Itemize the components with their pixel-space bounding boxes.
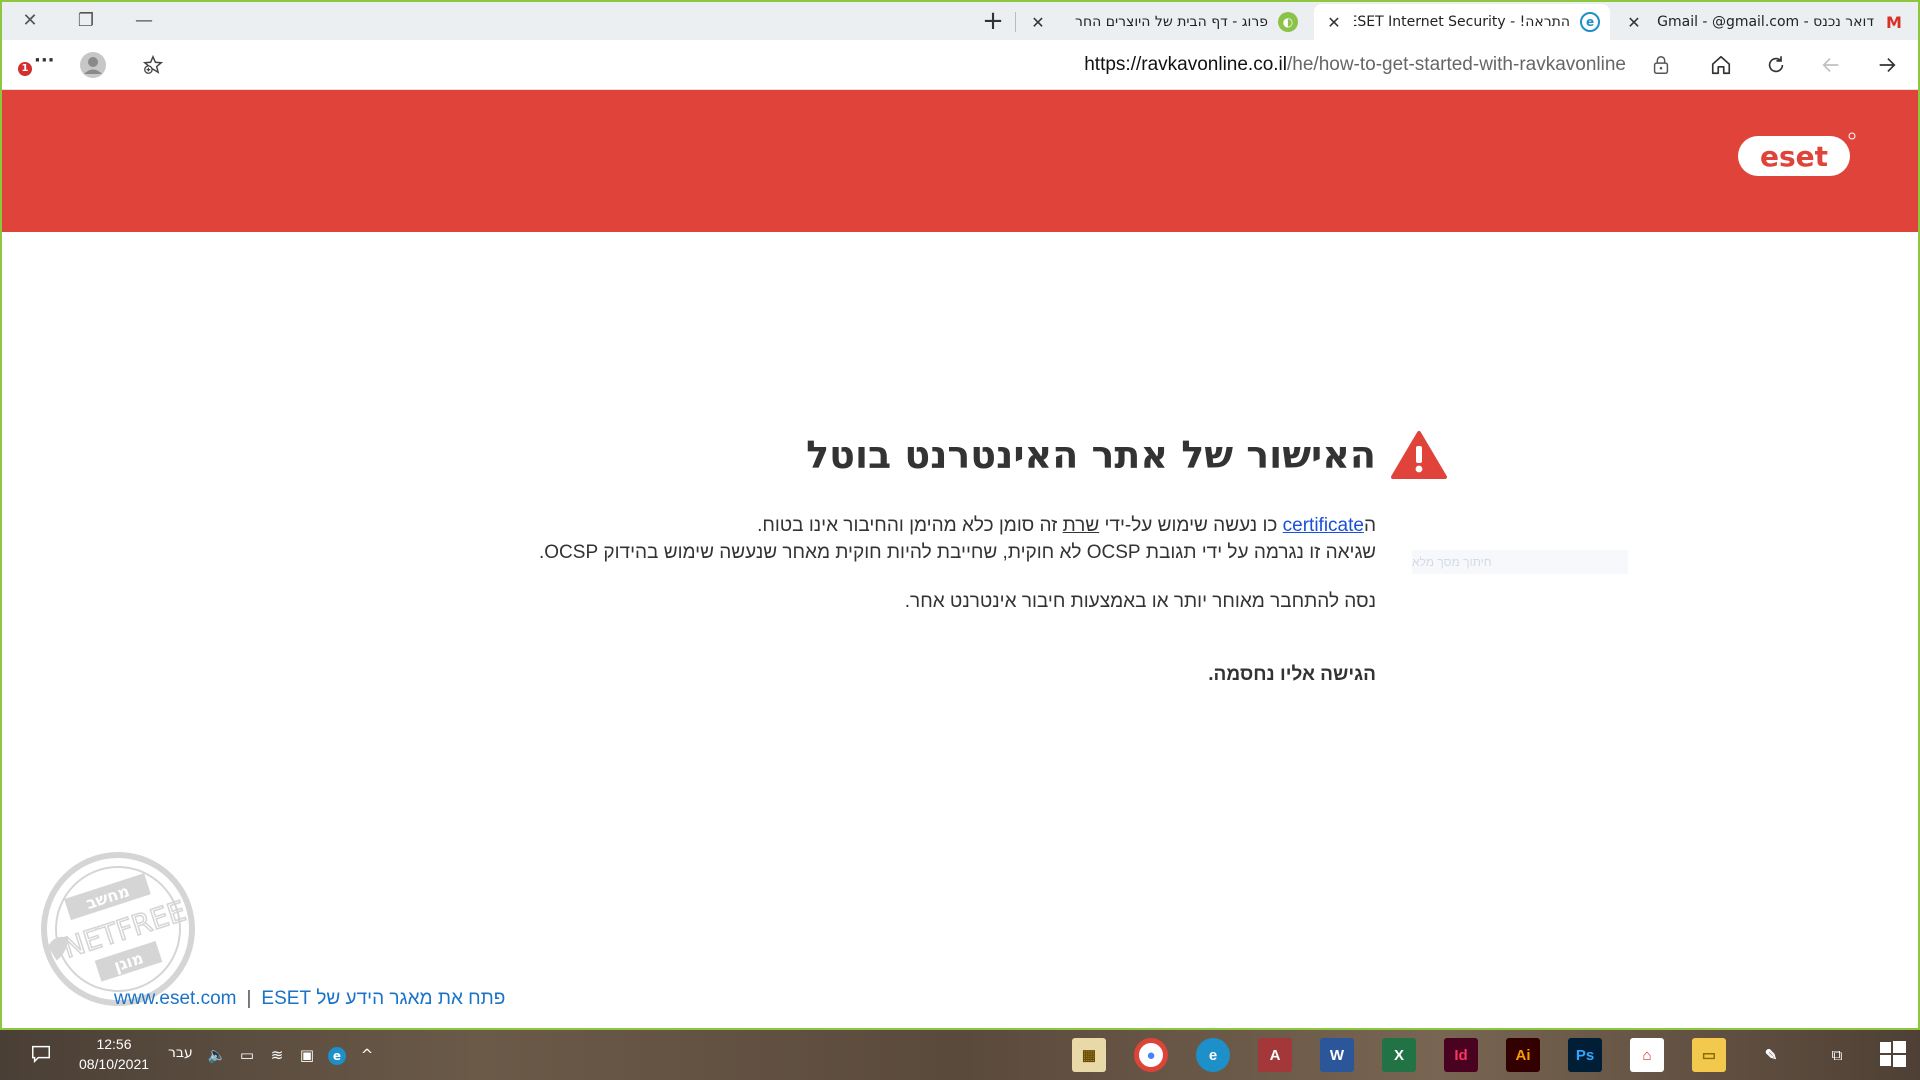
edge-icon[interactable]: e [1196, 1038, 1230, 1072]
forward-button[interactable] [1870, 48, 1904, 82]
minimize-window-button[interactable]: — [126, 6, 162, 36]
blocked-notice: הגישה אליו נחסמה. [1208, 664, 1376, 685]
gmail-icon: M [1886, 12, 1902, 32]
close-tab-icon[interactable]: ✕ [1028, 13, 1048, 32]
page-title: האישור של אתר האינטרנט בוטל [806, 433, 1376, 477]
display-icon[interactable]: ▣ [296, 1044, 318, 1066]
refresh-button[interactable] [1759, 48, 1793, 82]
profile-button[interactable] [76, 48, 110, 82]
settings-menu-button[interactable]: 1 ··· [16, 48, 56, 82]
address-bar[interactable]: https://ravkavonline.co.il/he/how-to-get… [130, 46, 1686, 84]
home-icon [1711, 55, 1731, 75]
tab-title: פרוג - דף הבית של היוצרים החר [1075, 14, 1268, 30]
alert-heading: האישור של אתר האינטרנט בוטל [806, 430, 1448, 480]
edge-page-icon: e [1580, 12, 1600, 32]
start-button-icon[interactable] [1878, 1040, 1908, 1067]
clock-time: 12:56 [96, 1036, 132, 1052]
prog-icon: ◐ [1278, 12, 1298, 32]
chevron-up-icon[interactable]: ^ [356, 1044, 378, 1066]
photoshop-icon[interactable]: Ps [1568, 1038, 1602, 1072]
tab-title: דואר נכנס - Gmail - @gmail.com [1657, 14, 1874, 30]
action-center-icon[interactable] [28, 1043, 54, 1065]
close-tab-icon[interactable]: ✕ [1324, 13, 1344, 32]
home-button[interactable] [1704, 48, 1738, 82]
close-tab-icon[interactable]: ✕ [1624, 13, 1644, 32]
warning-triangle-icon [1391, 431, 1447, 479]
footer-links: www.eset.com | פתח את מאגר הידע של ESET [114, 988, 505, 1010]
battery-icon[interactable]: ▭ [236, 1044, 258, 1066]
eset-site-link[interactable]: www.eset.com [114, 988, 236, 1009]
back-button[interactable] [1814, 48, 1848, 82]
arrow-left-icon [1822, 57, 1839, 73]
tab-prog[interactable]: ◐ פרוג - דף הבית של היוצרים החר ✕ [1018, 4, 1308, 40]
tab-gmail[interactable]: M דואר נכנס - Gmail - @gmail.com ✕ [1614, 4, 1914, 40]
avatar-icon [80, 52, 106, 78]
stamp-bottom-text: מוגן [112, 948, 146, 975]
refresh-icon [1768, 56, 1784, 73]
alert-content: האישור של אתר האינטרנט בוטל הcertificate… [2, 232, 1918, 1028]
footer-separator: | [246, 988, 252, 1009]
chrome-icon[interactable]: ● [1134, 1038, 1168, 1072]
acrobat-icon[interactable]: ⌂ [1630, 1038, 1664, 1072]
browser-toolbar: 1 ··· https://ravkavonline.co.il/he/how-… [2, 40, 1918, 90]
lock-icon[interactable] [1650, 54, 1672, 76]
alert-message: הcertificate כו נעשה שימוש על-ידי שרת זה… [376, 512, 1376, 688]
message-line-3: נסה להתחבר מאוחר יותר או באמצעות חיבור א… [904, 591, 1376, 612]
certificate-link[interactable]: certificate [1283, 515, 1364, 536]
new-tab-button[interactable]: + [977, 6, 1009, 38]
message-line-1: הcertificate כו נעשה שימוש על-ידי שרת זה… [757, 515, 1376, 536]
tab-eset-alert[interactable]: e התראה! - ESET Internet Security ✕ [1314, 4, 1610, 40]
task-view-icon[interactable]: ⧉ [1824, 1044, 1850, 1066]
network-icon[interactable]: ≋ [266, 1044, 288, 1066]
favorites-star-icon[interactable] [142, 54, 164, 76]
input-language-indicator[interactable]: עבר [168, 1045, 193, 1061]
calendar-app-icon[interactable]: ▦ [1072, 1038, 1106, 1072]
url-host: https://ravkavonline.co.il [1084, 54, 1287, 75]
browser-window: ✕ ❐ — + ◐ פרוג - דף הבית של היוצרים החר … [0, 0, 1920, 1030]
more-icon: ··· [34, 50, 55, 71]
clock-date: 08/10/2021 [78, 1056, 150, 1072]
message-line-2: שגיאה זו נגרמה על ידי תגובת OCSP לא חוקי… [538, 542, 1376, 563]
knowledge-base-link[interactable]: פתח את מאגר הידע של ESET [261, 988, 505, 1009]
eset-tray-icon[interactable]: e [326, 1044, 348, 1066]
eset-logo: eset [1738, 132, 1856, 176]
system-clock[interactable]: 12:56 08/10/2021 [64, 1034, 164, 1074]
folder-icon[interactable]: ▭ [1692, 1038, 1726, 1072]
windows-taskbar: 12:56 08/10/2021 עבר 🔈 ▭ ≋ ▣ e ^ ▦ ● e A… [0, 1030, 1920, 1080]
volume-icon[interactable]: 🔈 [206, 1044, 228, 1066]
paint-icon[interactable]: ✎ [1754, 1038, 1788, 1072]
screen-snip-hint: חיתוך מסך מלא [1412, 550, 1628, 574]
excel-icon[interactable]: X [1382, 1038, 1416, 1072]
word-icon[interactable]: W [1320, 1038, 1354, 1072]
eset-header-banner: eset [2, 90, 1918, 232]
notification-badge: 1 [18, 62, 32, 76]
access-icon[interactable]: A [1258, 1038, 1292, 1072]
indesign-icon[interactable]: Id [1444, 1038, 1478, 1072]
eset-brand-text: eset [1760, 140, 1828, 173]
tab-title: התראה! - ESET Internet Security [1354, 14, 1570, 30]
restore-window-button[interactable]: ❐ [68, 6, 104, 36]
illustrator-icon[interactable]: Ai [1506, 1038, 1540, 1072]
tab-strip: ✕ ❐ — + ◐ פרוג - דף הבית של היוצרים החר … [2, 2, 1918, 40]
server-link[interactable]: שרת [1063, 515, 1100, 536]
close-window-button[interactable]: ✕ [12, 6, 48, 36]
url-path: /he/how-to-get-started-with-ravkavonline [1287, 54, 1626, 75]
arrow-right-icon [1879, 57, 1896, 73]
